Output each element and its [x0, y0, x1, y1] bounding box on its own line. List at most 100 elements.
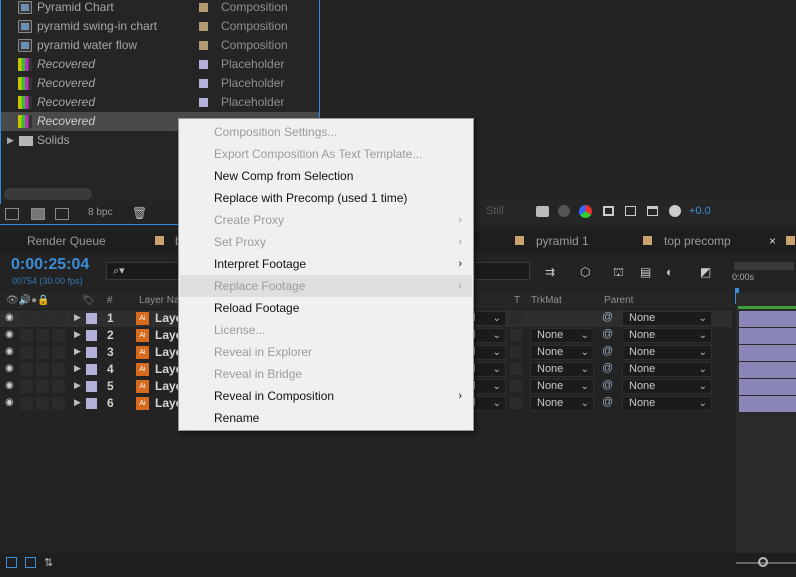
expand-layer-icon[interactable]: ▶ [74, 363, 81, 374]
project-item[interactable]: Recovered Placeholder [1, 93, 319, 112]
layer-duration-bar[interactable] [739, 379, 796, 395]
audio-switch[interactable] [20, 363, 33, 376]
time-ruler[interactable]: 0:00s [732, 262, 796, 304]
preserve-transparency-toggle[interactable] [510, 363, 522, 375]
layer-duration-bar[interactable] [739, 328, 796, 344]
layer-label-color[interactable] [86, 364, 97, 375]
label-color-swatch[interactable] [199, 98, 208, 107]
project-item[interactable]: Recovered Placeholder [1, 55, 319, 74]
layer-label-color[interactable] [86, 398, 97, 409]
parent-dropdown[interactable]: None ⌄ [622, 362, 712, 377]
snapshot-icon[interactable] [536, 206, 549, 217]
trkmat-dropdown[interactable]: None ⌄ [530, 345, 594, 360]
solo-switch[interactable] [36, 346, 49, 359]
parent-pickwhip-icon[interactable]: @ [602, 345, 613, 357]
parent-dropdown[interactable]: None ⌄ [622, 396, 712, 411]
layer-duration-bar[interactable] [739, 345, 796, 361]
frame-blending-icon[interactable]: ▤ [640, 265, 651, 279]
lock-switch[interactable] [52, 397, 65, 410]
menu-item-interpret-footage[interactable]: Interpret Footage › [180, 253, 472, 275]
bit-depth-label[interactable]: 8 bpc [88, 207, 112, 218]
exposure-value[interactable]: +0.0 [689, 205, 711, 217]
layer-duration-bar[interactable] [739, 362, 796, 378]
parent-dropdown[interactable]: None ⌄ [622, 328, 712, 343]
new-folder-icon[interactable] [31, 208, 45, 220]
tab-close-icon[interactable]: × [769, 230, 776, 252]
tab-render-queue[interactable]: Render Queue [27, 230, 106, 252]
toggle-in-out-icon[interactable]: ⇅ [44, 556, 53, 569]
label-color-swatch[interactable] [199, 3, 208, 12]
audio-switch[interactable] [20, 312, 33, 325]
toggle-switches-icon[interactable] [6, 557, 17, 568]
expand-triangle-icon[interactable]: ▶ [7, 131, 14, 150]
expand-layer-icon[interactable]: ▶ [74, 397, 81, 408]
reset-exposure-icon[interactable] [669, 205, 681, 217]
layer-label-color[interactable] [86, 347, 97, 358]
motion-blur-icon[interactable]: ◐ [666, 265, 673, 279]
menu-item-reload-footage[interactable]: Reload Footage [180, 297, 472, 319]
preserve-transparency-toggle[interactable] [510, 397, 522, 409]
menu-item-rename[interactable]: Rename [180, 407, 472, 429]
parent-pickwhip-icon[interactable]: @ [602, 328, 613, 340]
solo-switch[interactable] [36, 329, 49, 342]
menu-item-reveal-in-composition[interactable]: Reveal in Composition › [180, 385, 472, 407]
visibility-eye-icon[interactable]: ◉ [5, 347, 17, 357]
layer-label-color[interactable] [86, 381, 97, 392]
zoom-slider-handle[interactable] [758, 557, 768, 567]
project-item[interactable]: pyramid swing-in chart Composition [1, 17, 319, 36]
menu-item-replace-with-precomp-used-1-time[interactable]: Replace with Precomp (used 1 time) [180, 187, 472, 209]
solo-switch[interactable] [36, 397, 49, 410]
preserve-transparency-toggle[interactable] [510, 380, 522, 392]
expand-layer-icon[interactable]: ▶ [74, 346, 81, 357]
layer-label-color[interactable] [86, 313, 97, 324]
audio-switch[interactable] [20, 329, 33, 342]
trkmat-dropdown[interactable]: None ⌄ [530, 328, 594, 343]
solo-switch[interactable] [36, 312, 49, 325]
audio-switch[interactable] [20, 397, 33, 410]
3d-view-icon[interactable] [647, 206, 658, 216]
visibility-eye-icon[interactable]: ◉ [5, 364, 17, 374]
parent-dropdown[interactable]: None ⌄ [622, 379, 712, 394]
timeline-search-field-right[interactable] [474, 262, 530, 280]
preserve-transparency-toggle[interactable] [510, 346, 522, 358]
layer-label-color[interactable] [86, 330, 97, 341]
solo-switch[interactable] [36, 363, 49, 376]
label-color-swatch[interactable] [199, 79, 208, 88]
channel-icon[interactable] [579, 205, 592, 218]
project-item[interactable]: pyramid water flow Composition [1, 36, 319, 55]
lock-switch[interactable] [52, 346, 65, 359]
interpret-footage-icon[interactable] [5, 208, 19, 220]
work-area-bar[interactable] [734, 262, 794, 270]
visibility-eye-icon[interactable]: ◉ [5, 381, 17, 391]
parent-pickwhip-icon[interactable]: @ [602, 311, 613, 323]
graph-editor-icon[interactable]: ◩ [700, 265, 711, 279]
toggle-modes-icon[interactable] [25, 557, 36, 568]
parent-pickwhip-icon[interactable]: @ [602, 379, 613, 391]
visibility-eye-icon[interactable]: ◉ [5, 398, 17, 408]
visibility-eye-icon[interactable]: ◉ [5, 313, 17, 323]
label-color-swatch[interactable] [199, 22, 208, 31]
label-color-swatch[interactable] [199, 41, 208, 50]
layer-duration-bar[interactable] [739, 396, 796, 412]
lock-switch[interactable] [52, 380, 65, 393]
transparency-grid-icon[interactable] [625, 206, 636, 216]
audio-switch[interactable] [20, 380, 33, 393]
trkmat-dropdown[interactable]: None ⌄ [530, 379, 594, 394]
lock-switch[interactable] [52, 329, 65, 342]
solo-switch[interactable] [36, 380, 49, 393]
label-color-swatch[interactable] [199, 60, 208, 69]
parent-pickwhip-icon[interactable]: @ [602, 362, 613, 374]
preserve-transparency-toggle[interactable] [510, 329, 522, 341]
new-composition-icon[interactable] [55, 208, 69, 220]
region-of-interest-icon[interactable] [603, 206, 614, 216]
show-snapshot-icon[interactable] [558, 205, 570, 217]
trkmat-dropdown[interactable]: None ⌄ [530, 396, 594, 411]
composition-mini-flowchart-icon[interactable]: ⇉ [545, 265, 555, 279]
menu-item-new-comp-from-selection[interactable]: New Comp from Selection [180, 165, 472, 187]
lock-switch[interactable] [52, 363, 65, 376]
expand-layer-icon[interactable]: ▶ [74, 380, 81, 391]
project-item[interactable]: Pyramid Chart Composition [1, 0, 319, 17]
current-time-display[interactable]: 0:00:25:04 [11, 256, 89, 274]
visibility-eye-icon[interactable]: ◉ [5, 330, 17, 340]
expand-layer-icon[interactable]: ▶ [74, 312, 81, 323]
